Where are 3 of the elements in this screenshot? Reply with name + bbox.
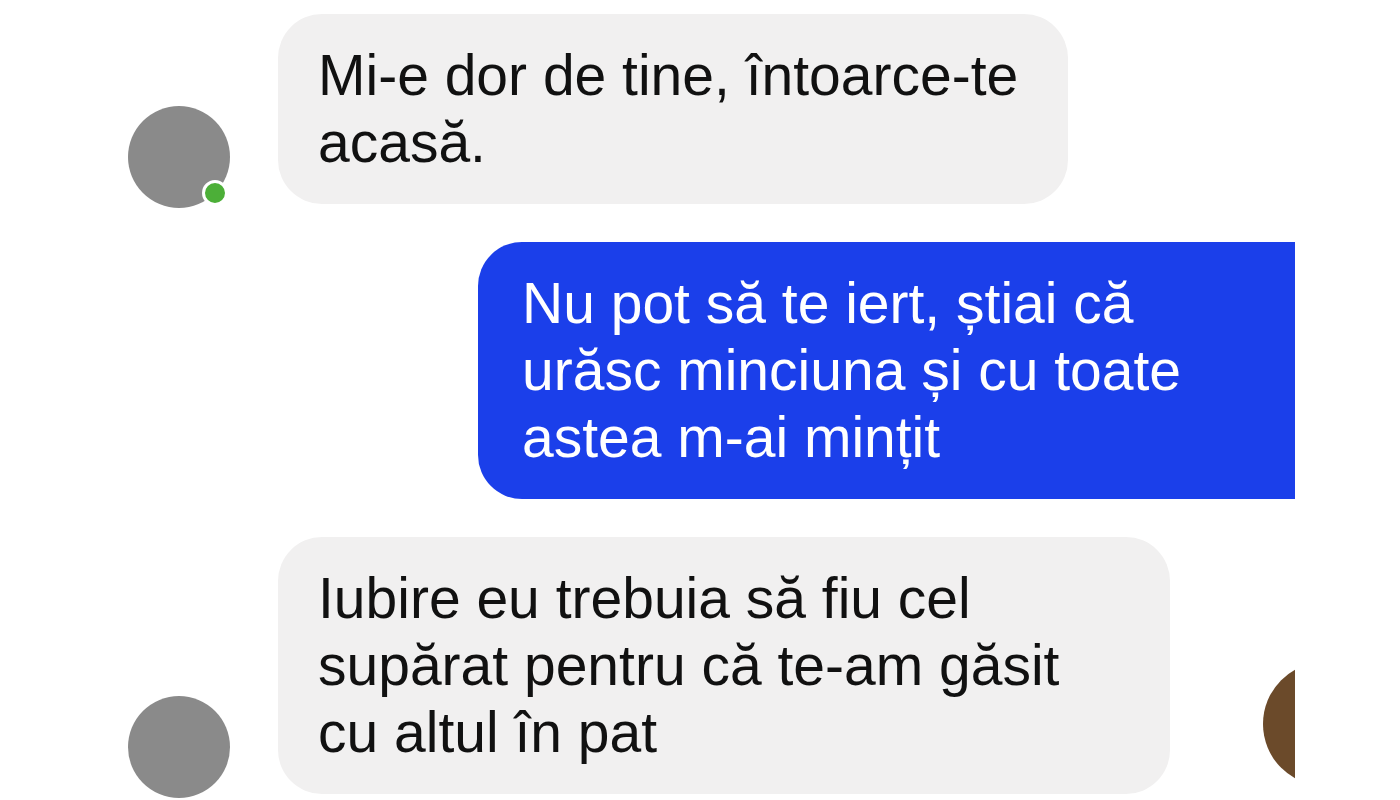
message-bubble: Iubire eu trebuia să fiu cel supărat pentru că te-am găsit cu altul în pat (278, 537, 1170, 794)
message-bubble: Mi-e dor de tine, întoarce-te acasă. (278, 14, 1068, 204)
message-bubble: Nu pot să te iert, știai că urăsc minciuna și cu toate astea m-ai mințit (478, 242, 1295, 499)
